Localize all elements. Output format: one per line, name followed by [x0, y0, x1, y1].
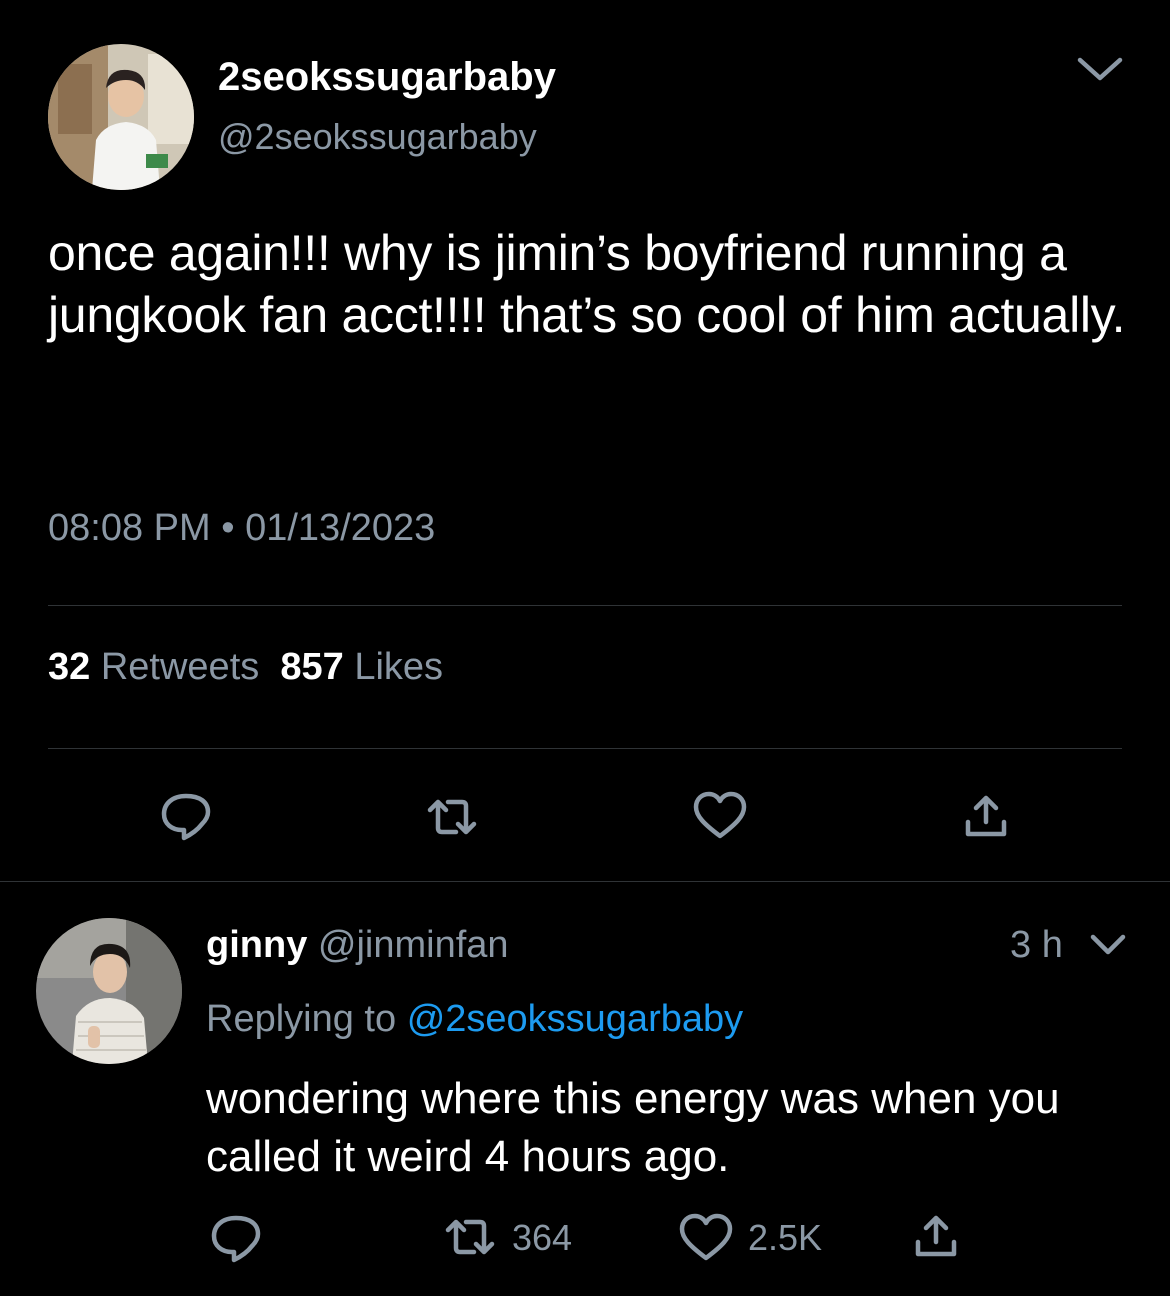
retweet-icon[interactable]	[440, 1210, 500, 1266]
likes-count: 857	[280, 646, 344, 688]
share-icon[interactable]	[956, 788, 1016, 844]
reply-author-avatar[interactable]	[36, 918, 182, 1064]
reply-retweets-count[interactable]: 364	[512, 1216, 572, 1260]
heart-icon[interactable]	[690, 788, 750, 844]
chevron-down-icon[interactable]	[1088, 928, 1128, 962]
heart-icon[interactable]	[676, 1210, 736, 1266]
author-display-name[interactable]: 2seokssugarbaby	[218, 52, 556, 102]
reply-time-ago[interactable]: 3 h	[1010, 920, 1063, 970]
reply-likes-count[interactable]: 2.5K	[748, 1216, 822, 1260]
reply-text: wondering where this energy was when you…	[206, 1074, 1060, 1181]
reply-icon[interactable]	[206, 1210, 266, 1266]
retweets-stat[interactable]: 32 Retweets	[48, 646, 259, 688]
tweet-timestamp[interactable]: 08:08 PM • 01/13/2023	[48, 504, 435, 552]
reply-display-name: ginny	[206, 924, 308, 966]
author-avatar[interactable]	[48, 44, 194, 190]
tweet-separator	[0, 881, 1170, 882]
likes-label: Likes	[354, 646, 444, 688]
retweet-icon[interactable]	[422, 790, 482, 846]
reply-handle: @jinminfan	[317, 924, 509, 966]
engagement-stats: 32 Retweets 857 Likes	[48, 642, 443, 692]
share-icon[interactable]	[906, 1208, 966, 1264]
retweets-count: 32	[48, 646, 91, 688]
replying-to-mention[interactable]: @2seokssugarbaby	[407, 998, 743, 1040]
reply-author[interactable]: ginny @jinminfan	[206, 920, 509, 970]
tweet-text: once again!!! why is jimin’s boyfriend r…	[48, 225, 1126, 343]
replying-prefix: Replying to	[206, 998, 397, 1040]
author-handle[interactable]: @2seokssugarbaby	[218, 114, 537, 160]
divider	[48, 748, 1122, 749]
replying-to: Replying to @2seokssugarbaby	[206, 994, 743, 1044]
retweets-label: Retweets	[100, 646, 260, 688]
divider	[48, 605, 1122, 606]
reply-icon[interactable]	[156, 788, 216, 844]
chevron-down-icon[interactable]	[1074, 50, 1126, 86]
likes-stat[interactable]: 857 Likes	[280, 646, 443, 688]
